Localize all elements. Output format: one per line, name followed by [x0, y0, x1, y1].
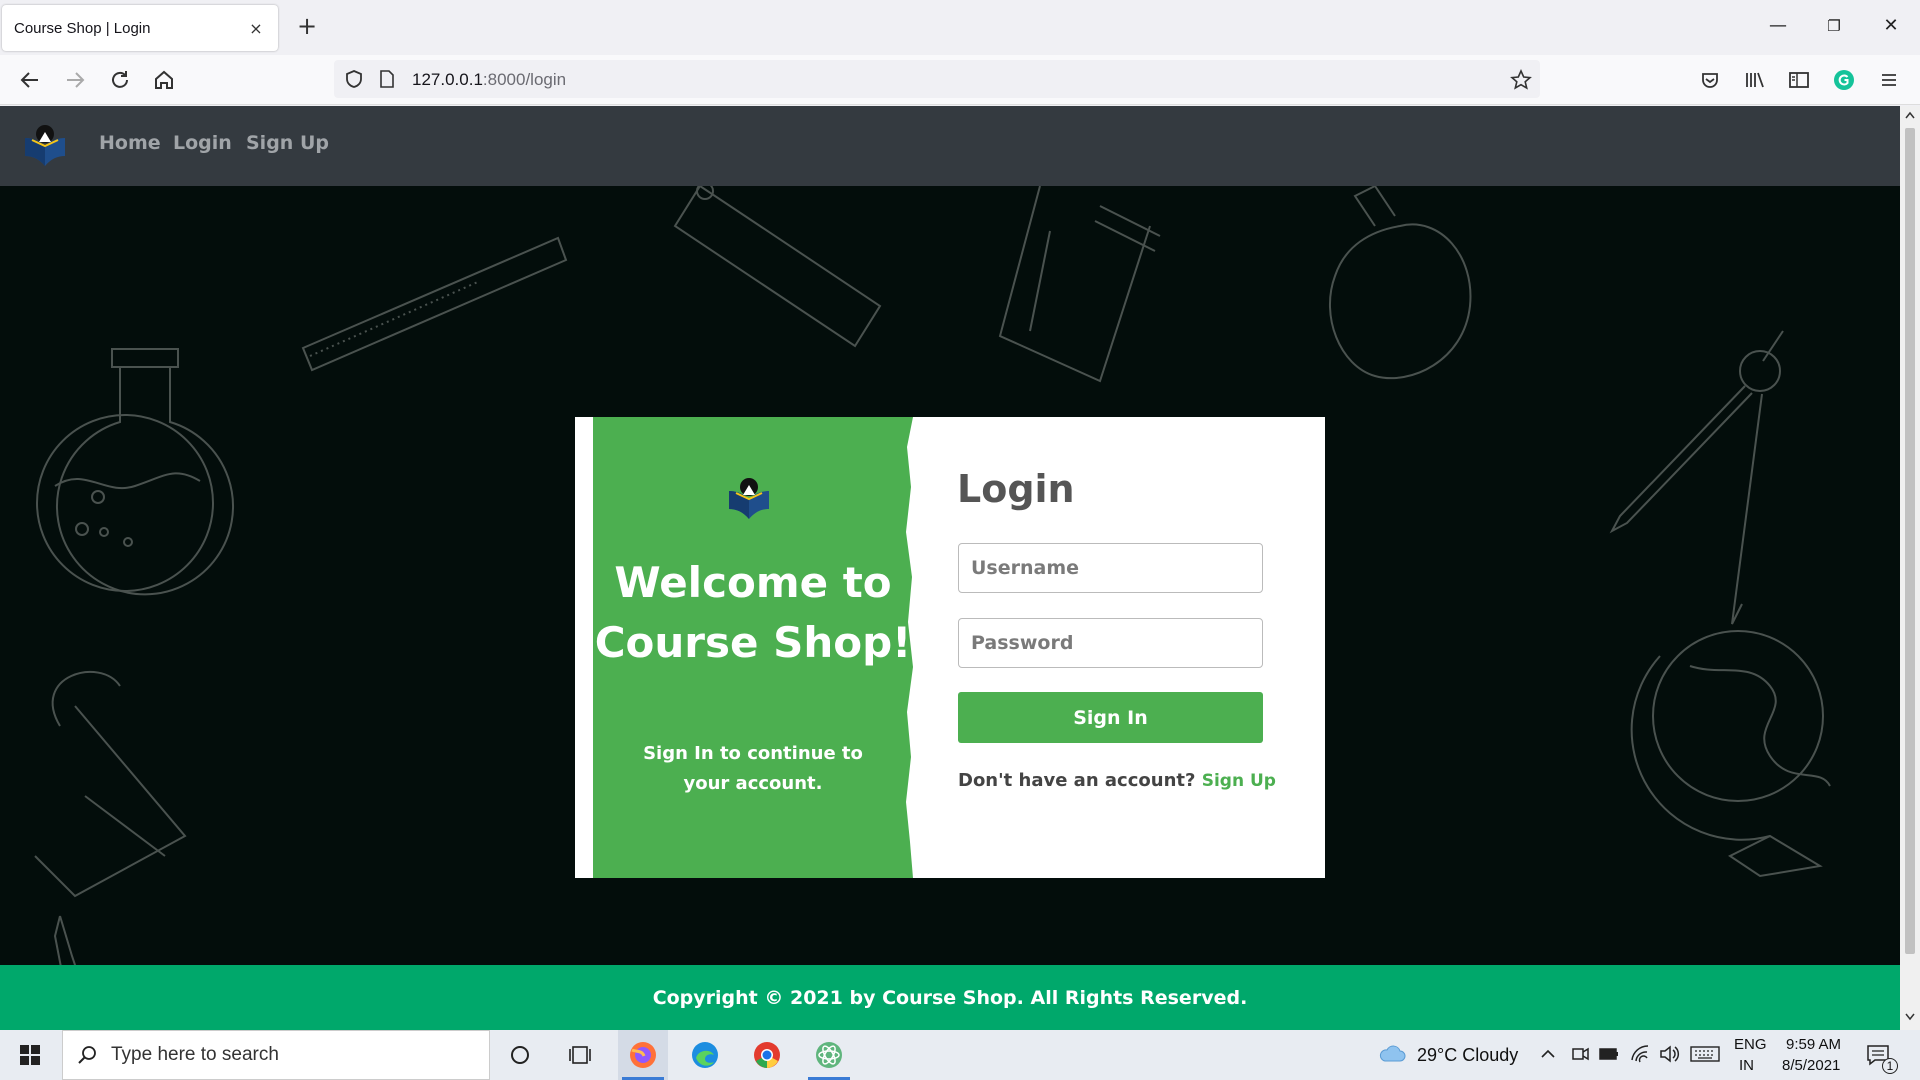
- pocket-icon: [1702, 73, 1718, 88]
- forward-button[interactable]: [62, 67, 88, 93]
- back-arrow-icon: [20, 72, 38, 88]
- course-shop-logo[interactable]: [22, 120, 68, 168]
- copyright-text: Copyright © 2021 by Course Shop. All Rig…: [652, 986, 1248, 1009]
- binder-clip-doodle-icon: [34, 670, 187, 898]
- keyboard-icon[interactable]: [1690, 1045, 1720, 1063]
- nav-login-link[interactable]: Login: [173, 132, 232, 154]
- scroll-down-icon[interactable]: [1904, 1012, 1916, 1022]
- sidebar-icon: [1789, 72, 1809, 88]
- page-scrollbar[interactable]: [1900, 106, 1920, 1030]
- signup-link[interactable]: Sign Up: [1202, 771, 1276, 791]
- taskbar-atom[interactable]: [804, 1030, 854, 1080]
- menu-button[interactable]: [1876, 67, 1902, 93]
- globe-doodle-icon: [1630, 630, 1831, 878]
- login-title: Login: [957, 467, 1075, 511]
- sidebar-button[interactable]: [1786, 67, 1812, 93]
- nav-home-link[interactable]: Home: [99, 132, 161, 154]
- site-navbar: Home Login Sign Up: [0, 106, 1900, 186]
- hamburger-menu-icon: [1882, 74, 1896, 86]
- home-button[interactable]: [151, 67, 177, 93]
- url-bar[interactable]: 127.0.0.1:8000/login: [334, 60, 1540, 98]
- grammarly-button[interactable]: [1831, 67, 1857, 93]
- library-icon: [1746, 72, 1764, 88]
- pocket-button[interactable]: [1697, 67, 1723, 93]
- taskbar-firefox[interactable]: [618, 1030, 668, 1080]
- shield-icon[interactable]: [344, 69, 364, 89]
- taskbar-search-box[interactable]: Type here to search: [62, 1030, 490, 1080]
- grammarly-icon: [1834, 70, 1854, 90]
- no-account-prompt: Don't have an account? Sign Up: [958, 770, 1276, 791]
- battery-icon[interactable]: [1598, 1044, 1620, 1064]
- task-view-icon: [569, 1046, 591, 1064]
- url-path: :8000/login: [482, 70, 567, 89]
- back-button[interactable]: [17, 67, 43, 93]
- language-code[interactable]: ENG: [1734, 1036, 1767, 1053]
- chrome-icon: [754, 1042, 780, 1068]
- scrollbar-thumb[interactable]: [1905, 128, 1915, 954]
- no-account-text: Don't have an account?: [958, 770, 1196, 791]
- new-tab-button[interactable]: +: [296, 14, 318, 38]
- library-button[interactable]: [1742, 67, 1768, 93]
- language-region[interactable]: IN: [1739, 1057, 1754, 1074]
- windows-logo-icon: [20, 1045, 40, 1065]
- reload-icon: [112, 71, 128, 88]
- search-placeholder: Type here to search: [111, 1044, 279, 1065]
- edge-icon: [692, 1042, 718, 1068]
- tab-close-icon[interactable]: ×: [246, 19, 266, 38]
- scroll-up-icon[interactable]: [1904, 110, 1916, 120]
- browser-toolbar: 127.0.0.1:8000/login: [0, 55, 1920, 105]
- firefox-icon: [630, 1042, 656, 1068]
- card-logo: [729, 478, 769, 519]
- start-button[interactable]: [0, 1030, 60, 1080]
- chevron-up-icon[interactable]: [1540, 1047, 1556, 1061]
- cortana-button[interactable]: [495, 1030, 545, 1080]
- compass-doodle-icon: [1609, 330, 1784, 625]
- password-input[interactable]: [958, 618, 1263, 668]
- login-card: Welcome to Course Shop! Sign In to conti…: [575, 417, 1325, 878]
- eraser-doodle-icon: [673, 186, 882, 348]
- url-text[interactable]: 127.0.0.1:8000/login: [412, 70, 566, 90]
- browser-tab-bar: Course Shop | Login × + — ❐ ✕: [0, 0, 1920, 55]
- home-icon: [155, 70, 173, 89]
- notebook-doodle-icon: [998, 186, 1161, 383]
- bookmark-star-icon[interactable]: [1510, 69, 1532, 91]
- cortana-circle-icon: [511, 1046, 529, 1064]
- cloudy-weather-icon[interactable]: [1378, 1043, 1406, 1065]
- page-viewport: Home Login Sign Up Welcome to Course Sho…: [0, 106, 1900, 1030]
- windows-taskbar: Type here to search 29°C Cloudy ENG IN 9…: [0, 1030, 1920, 1080]
- clock-time[interactable]: 9:59 AM: [1786, 1036, 1841, 1053]
- welcome-heading: Welcome to Course Shop!: [594, 558, 912, 667]
- restore-button[interactable]: ❐: [1822, 14, 1846, 38]
- browser-tab[interactable]: Course Shop | Login ×: [2, 5, 278, 51]
- forward-arrow-icon: [67, 72, 85, 88]
- volume-icon[interactable]: [1658, 1044, 1680, 1064]
- taskbar-edge[interactable]: [680, 1030, 730, 1080]
- username-input[interactable]: [958, 543, 1263, 593]
- url-host: 127.0.0.1: [412, 70, 483, 89]
- flask-doodle-icon: [36, 348, 234, 596]
- notification-count-badge: 1: [1882, 1058, 1898, 1074]
- reload-button[interactable]: [107, 67, 133, 93]
- sign-in-button[interactable]: Sign In: [958, 692, 1263, 743]
- atom-editor-icon: [816, 1042, 842, 1068]
- nav-signup-link[interactable]: Sign Up: [246, 132, 329, 154]
- search-icon: [78, 1046, 96, 1064]
- wifi-icon[interactable]: [1630, 1044, 1650, 1064]
- apple-doodle-icon: [1329, 186, 1472, 380]
- taskbar-chrome[interactable]: [742, 1030, 792, 1080]
- tab-title: Course Shop | Login: [14, 19, 151, 37]
- page-icon: [380, 70, 394, 88]
- welcome-subtext: Sign In to continue to your account.: [643, 743, 863, 794]
- close-window-button[interactable]: ✕: [1879, 14, 1903, 38]
- minimize-button[interactable]: —: [1766, 14, 1790, 38]
- meet-now-icon[interactable]: [1570, 1044, 1590, 1064]
- task-view-button[interactable]: [555, 1030, 605, 1080]
- ruler-doodle-icon: [301, 236, 568, 372]
- clock-date[interactable]: 8/5/2021: [1782, 1057, 1840, 1074]
- weather-text[interactable]: 29°C Cloudy: [1417, 1045, 1518, 1066]
- site-footer: Copyright © 2021 by Course Shop. All Rig…: [0, 965, 1900, 1030]
